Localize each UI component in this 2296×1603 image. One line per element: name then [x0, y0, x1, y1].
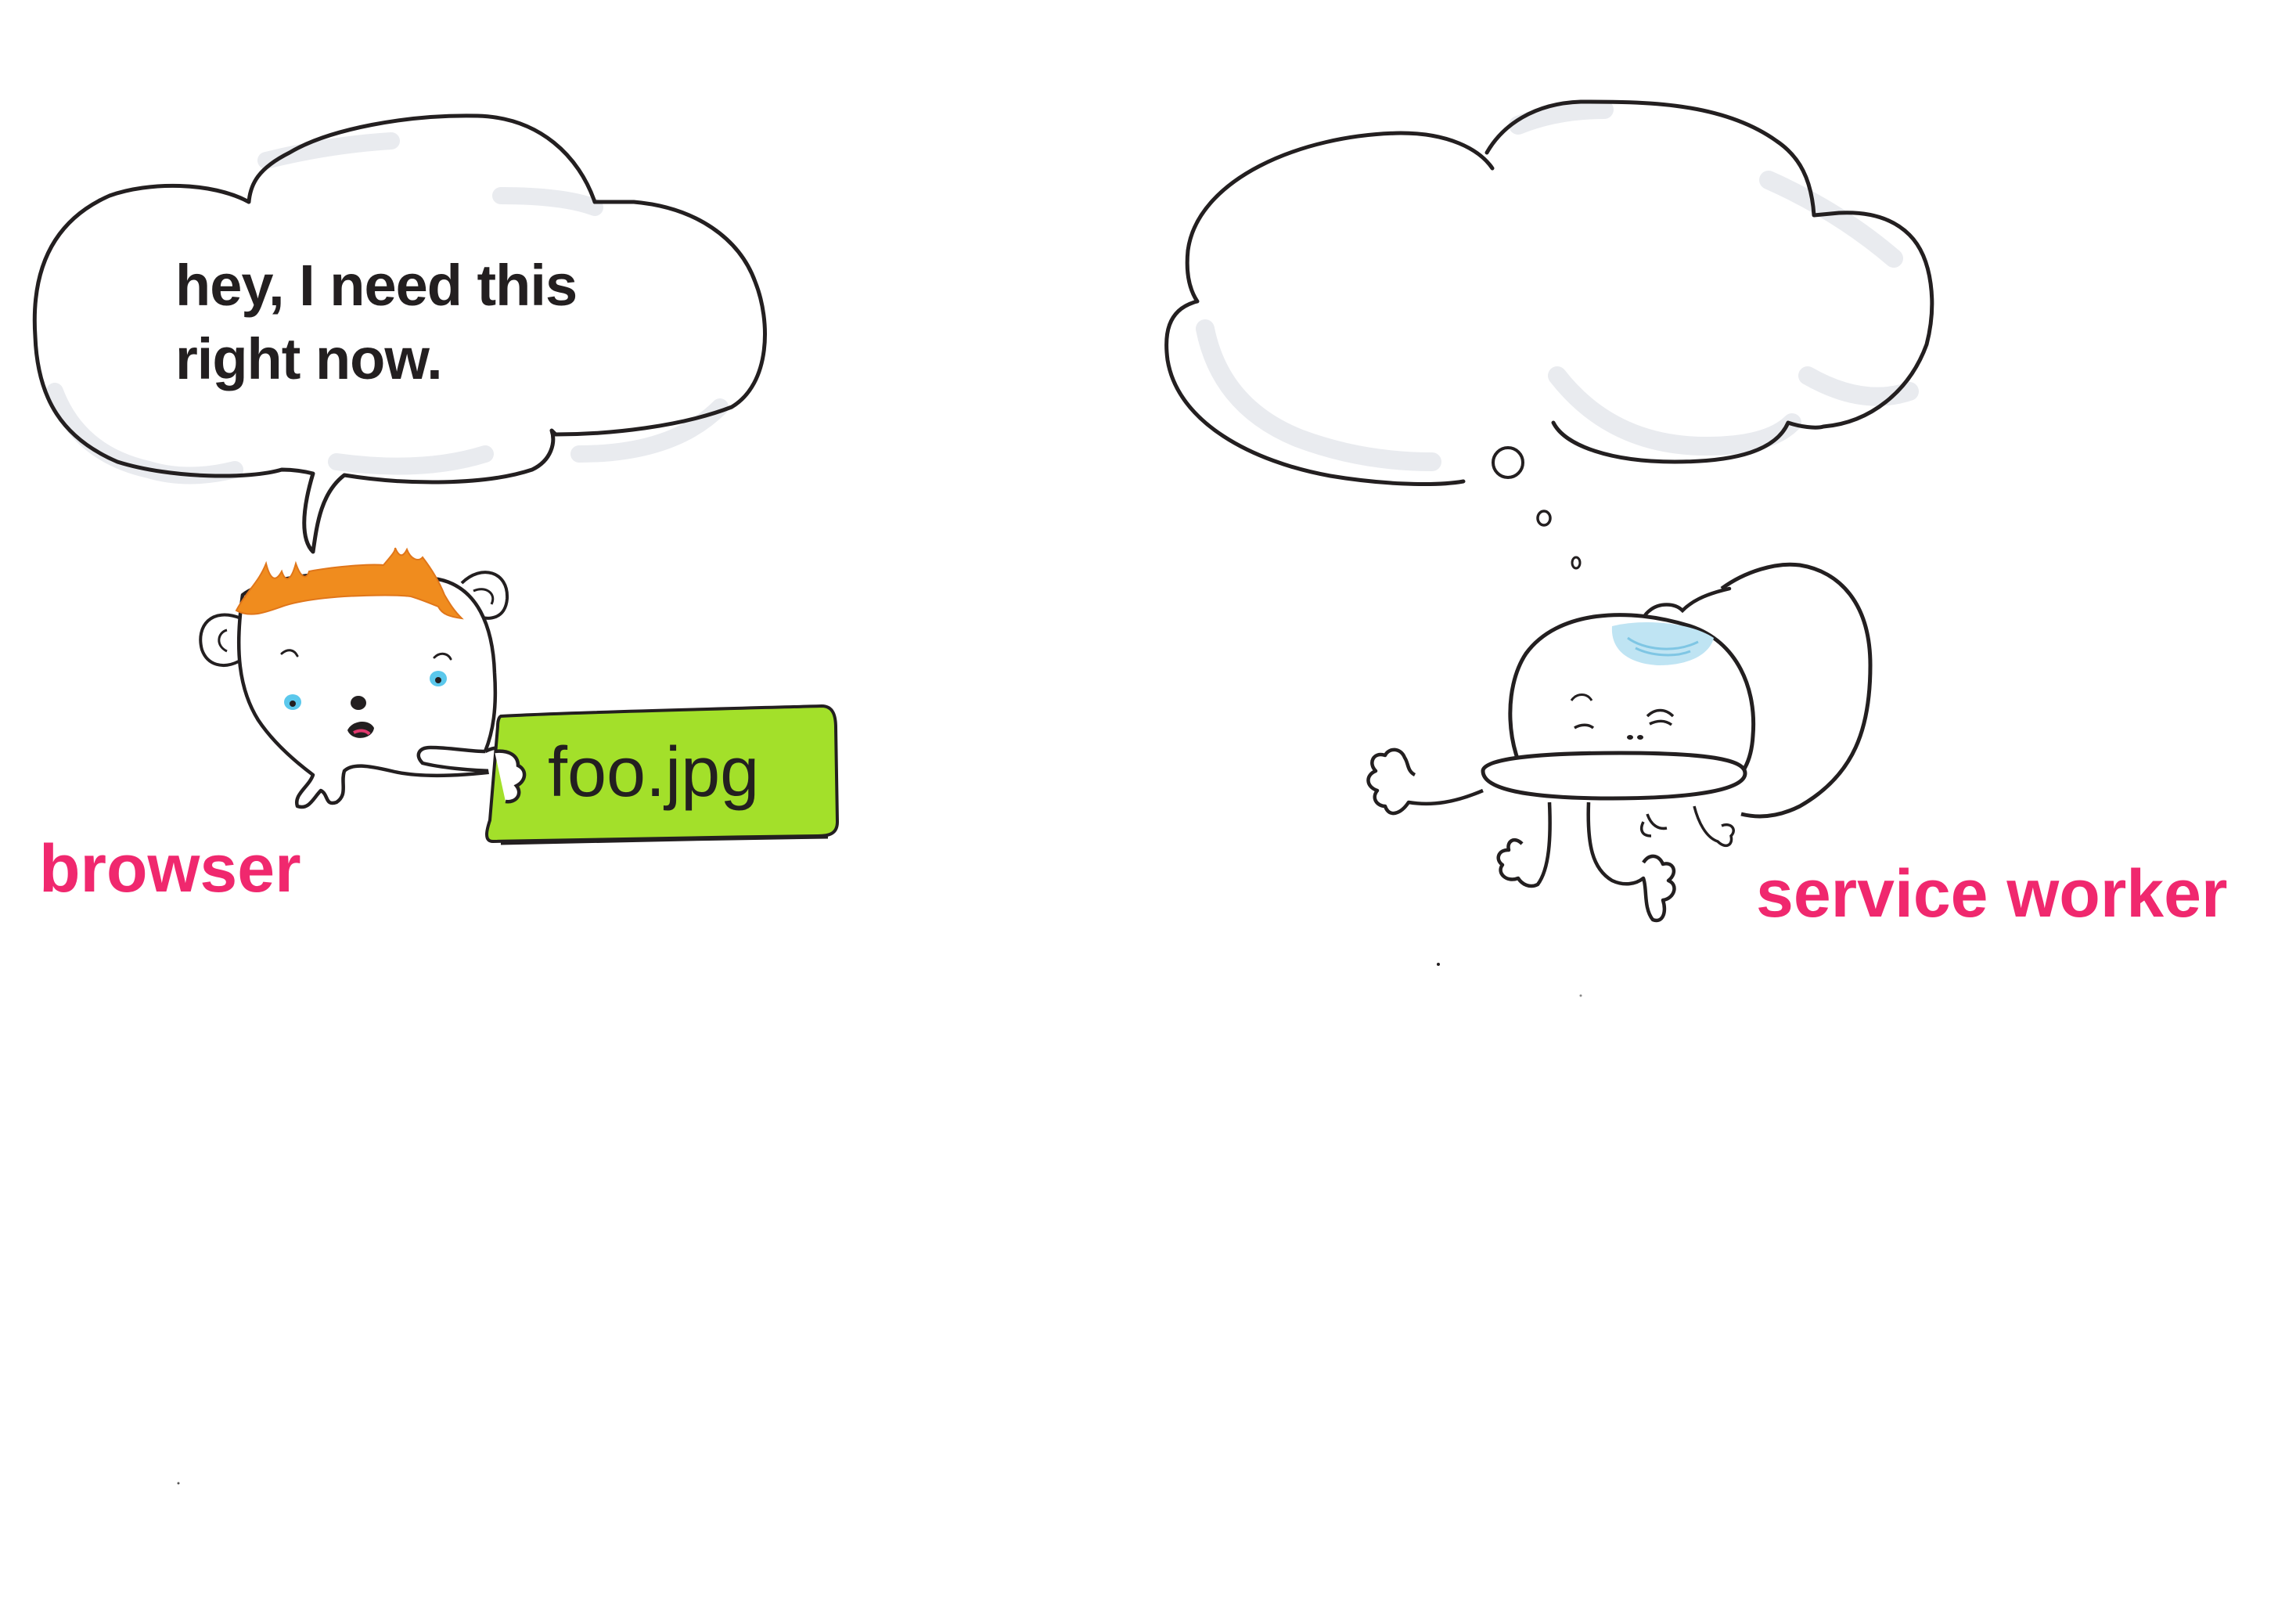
sw-left-arm: [1366, 747, 1484, 816]
thought-bubble-icon: [1164, 99, 1934, 570]
browser-nose: [351, 696, 366, 710]
browser-character-icon: [199, 547, 530, 812]
thought-circle-small: [1571, 556, 1582, 570]
browser-label: browser: [39, 831, 301, 906]
sw-collar: [1481, 751, 1747, 801]
thought-circle-large: [1492, 446, 1524, 479]
service-worker-label: service worker: [1756, 856, 2228, 931]
illustration-canvas: [32, 99, 1934, 1485]
sw-left-leg: [1496, 802, 1552, 888]
speech-text: hey, I need this right now.: [175, 249, 676, 396]
thought-bubble-shadow: [1196, 100, 1919, 471]
browser-left-ear: [199, 613, 242, 667]
thought-circle-medium: [1536, 510, 1552, 527]
speech-line-2: right now.: [175, 326, 443, 391]
sw-right-leg: [1586, 802, 1676, 923]
speech-line-1: hey, I need this: [175, 253, 578, 318]
file-name-label: foo.jpg: [548, 733, 760, 812]
